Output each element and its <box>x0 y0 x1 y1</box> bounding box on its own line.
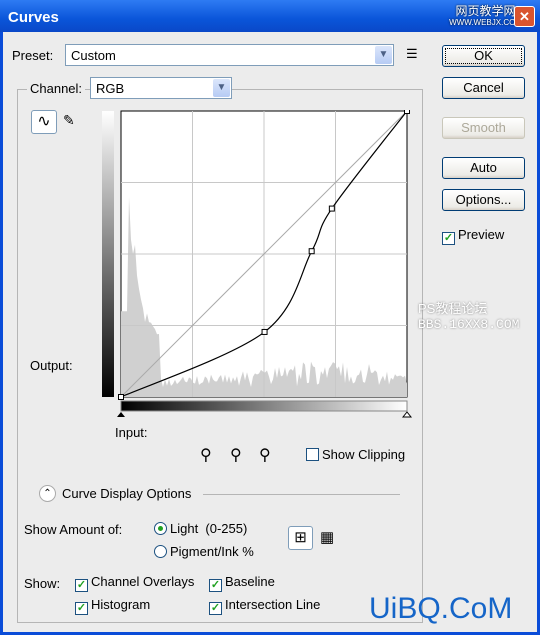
light-radio[interactable]: Light (0-255) <box>154 521 247 536</box>
chevron-down-icon: ▼ <box>375 46 392 64</box>
watermark-bottom: UiBQ.CoM <box>369 592 512 626</box>
white-eyedropper-icon[interactable]: ⚲ <box>259 445 271 465</box>
show-amount-label: Show Amount of: <box>24 522 122 537</box>
window-title: Curves <box>8 9 59 26</box>
watermark-text: 网页教学网 <box>456 4 516 18</box>
preset-value: Custom <box>71 48 116 63</box>
check-icon: ✓ <box>75 602 88 615</box>
channel-label: Channel: <box>27 81 85 96</box>
watermark-text: BBS.16XX8.COM <box>418 317 519 333</box>
display-options-title: Curve Display Options <box>62 486 191 501</box>
light-label: Light (0-255) <box>170 521 247 536</box>
watermark-sub: WWW.WEBJX.COM <box>449 17 522 28</box>
show-clipping-label: Show Clipping <box>322 447 405 462</box>
input-gradient-bar <box>121 401 407 411</box>
cancel-button[interactable]: Cancel <box>442 77 525 99</box>
check-icon: ✓ <box>75 579 88 592</box>
options-button[interactable]: Options... <box>442 189 525 211</box>
watermark-text: PS教程论坛 <box>418 301 519 317</box>
check-icon: ✓ <box>209 579 222 592</box>
chevron-down-icon: ▼ <box>213 79 230 97</box>
pencil-icon[interactable]: ✎ <box>63 112 75 129</box>
show-label: Show: <box>24 576 60 591</box>
input-label: Input: <box>115 425 148 440</box>
ok-button[interactable]: OK <box>442 45 525 67</box>
detailed-grid-icon[interactable]: ▦ <box>320 528 334 546</box>
curve-control-point[interactable] <box>262 329 267 334</box>
preset-label: Preset: <box>12 48 53 63</box>
dialog-body: Preset: Custom ▼ ☰ OK Cancel Smooth Auto … <box>3 32 537 632</box>
curve-control-point[interactable] <box>309 249 314 254</box>
channel-overlays-checkbox[interactable]: ✓ Channel Overlays <box>75 574 194 592</box>
curve-control-point[interactable] <box>329 206 334 211</box>
white-point-slider[interactable] <box>403 412 411 417</box>
simple-grid-icon[interactable]: ⊞ <box>288 526 313 550</box>
auto-button[interactable]: Auto <box>442 157 525 179</box>
intersection-line-checkbox[interactable]: ✓ Intersection Line <box>209 597 320 615</box>
curve-control-point[interactable] <box>405 110 410 114</box>
pigment-label: Pigment/Ink % <box>170 544 254 559</box>
divider <box>203 494 400 495</box>
radio-icon <box>154 522 167 535</box>
preview-checkbox[interactable]: ✓ Preview <box>442 227 504 245</box>
gray-eyedropper-icon[interactable]: ⚲ <box>230 445 242 465</box>
curve-control-point[interactable] <box>119 395 124 400</box>
curves-graph[interactable] <box>99 110 414 435</box>
output-gradient-bar <box>102 111 114 397</box>
checkbox-box <box>306 448 319 461</box>
watermark-top: 网页教学网 WWW.WEBJX.COM <box>449 6 522 28</box>
histogram-label: Histogram <box>91 597 150 612</box>
baseline-checkbox[interactable]: ✓ Baseline <box>209 574 275 592</box>
close-button[interactable]: ✕ <box>514 6 535 27</box>
black-point-slider[interactable] <box>117 412 125 417</box>
pigment-radio[interactable]: Pigment/Ink % <box>154 544 254 559</box>
collapse-icon[interactable]: ⌃ <box>39 485 56 502</box>
black-eyedropper-icon[interactable]: ⚲ <box>200 445 212 465</box>
curves-dialog: Curves 网页教学网 WWW.WEBJX.COM ✕ Preset: Cust… <box>0 0 540 635</box>
watermark-mid: PS教程论坛 BBS.16XX8.COM <box>418 301 519 333</box>
output-label: Output: <box>30 358 73 373</box>
baseline-label: Baseline <box>225 574 275 589</box>
check-icon: ✓ <box>442 232 455 245</box>
check-icon: ✓ <box>209 602 222 615</box>
show-clipping-checkbox[interactable]: Show Clipping <box>306 447 405 462</box>
preset-select[interactable]: Custom ▼ <box>65 44 394 66</box>
preset-options-icon[interactable]: ☰ <box>406 46 418 62</box>
channel-overlays-label: Channel Overlays <box>91 574 194 589</box>
channel-select[interactable]: RGB ▼ <box>90 77 232 99</box>
channel-value: RGB <box>96 81 124 96</box>
preview-label: Preview <box>458 227 504 242</box>
curve-tool-icon[interactable]: ∿ <box>31 110 57 134</box>
intersection-line-label: Intersection Line <box>225 597 320 612</box>
smooth-button[interactable]: Smooth <box>442 117 525 139</box>
histogram-checkbox[interactable]: ✓ Histogram <box>75 597 150 615</box>
radio-icon <box>154 545 167 558</box>
